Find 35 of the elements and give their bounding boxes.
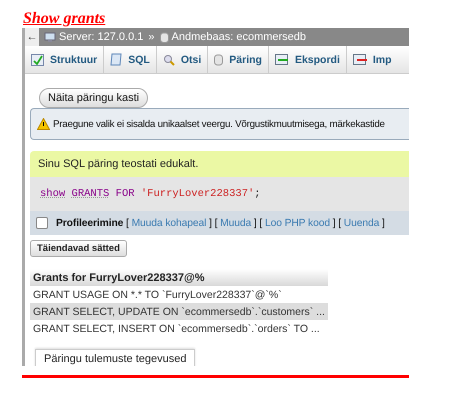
nav-tab[interactable]: Imp	[346, 46, 392, 73]
server-icon	[44, 32, 56, 42]
profiling-checkbox[interactable]	[36, 217, 48, 229]
breadcrumb-separator: »	[148, 31, 155, 43]
nav-tab[interactable]: SQL	[104, 46, 157, 73]
profiling-options: Profileerimine [ Muuda kohapeal ] [ Muuda ] [ Loo PHP kood ] [ Uuenda ]	[56, 218, 385, 228]
show-query-button[interactable]: Näita päringu kasti	[39, 88, 148, 108]
database-icon	[214, 54, 224, 66]
database-icon	[160, 32, 169, 42]
table-cell: GRANT SELECT, INSERT ON `ecommersedb`.`orders` TO ...	[30, 320, 328, 337]
column-header: Grants for FurryLover228337@%	[30, 269, 328, 286]
import-icon	[352, 54, 367, 65]
table-cell: GRANT USAGE ON *.* TO `FurryLover228337`@`%`	[30, 286, 328, 303]
action-link[interactable]: Muuda	[220, 218, 252, 228]
sql-query: show GRANTS FOR 'FurryLover228337';	[40, 188, 261, 200]
action-link[interactable]: Muuda kohapeal	[132, 218, 206, 228]
breadcrumb-link[interactable]: Andmebaas: ecommersedb	[172, 31, 306, 43]
document-icon	[110, 53, 122, 66]
warning-icon	[37, 118, 50, 130]
nav-tab[interactable]: Ekspordi	[268, 46, 347, 73]
warning-text: Praegune valik ei sisalda unikaalset veergu. Võrgustikmuutmisega, märkekastide	[53, 118, 385, 130]
nav-tab[interactable]: Päring	[208, 46, 269, 73]
table-icon	[31, 54, 44, 66]
nav-tab[interactable]: Otsi	[156, 46, 208, 73]
breadcrumb-link[interactable]: Server: 127.0.0.1	[59, 31, 144, 43]
action-link[interactable]: Loo PHP kood	[264, 218, 330, 228]
nav-tab[interactable]: Struktuur	[25, 46, 104, 73]
results-actions-tab[interactable]: Päringu tulemuste tegevused	[35, 349, 196, 366]
action-link[interactable]: Uuenda	[344, 218, 380, 228]
success-message: Sinu SQL päring teostati edukalt.	[38, 158, 198, 170]
search-icon	[162, 54, 175, 66]
export-icon	[274, 54, 289, 65]
table-cell: GRANT SELECT, UPDATE ON `ecommersedb`.`customers` ...	[30, 303, 328, 320]
page-heading: Show grants	[23, 10, 106, 28]
options-button[interactable]: Täiendavad sätted	[30, 240, 127, 257]
